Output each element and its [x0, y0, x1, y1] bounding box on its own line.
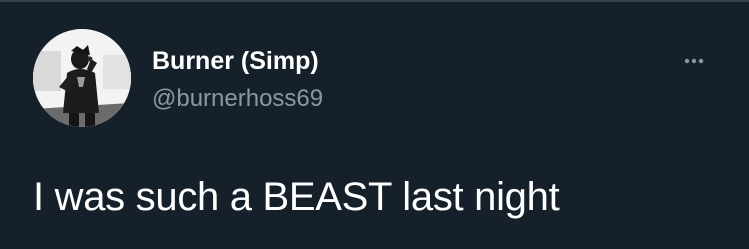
more-options-button[interactable]	[672, 46, 716, 76]
author-display-name[interactable]: Burner (Simp)	[152, 47, 319, 76]
tweet-card[interactable]: Burner (Simp) @burnerhoss69 I was such a…	[0, 2, 749, 249]
author-handle[interactable]: @burnerhoss69	[152, 85, 323, 113]
avatar-photo-icon	[33, 29, 131, 127]
more-options-ellipsis-icon	[684, 58, 704, 64]
tweet-text: I was such a BEAST last night	[33, 175, 560, 219]
avatar[interactable]	[33, 29, 131, 127]
